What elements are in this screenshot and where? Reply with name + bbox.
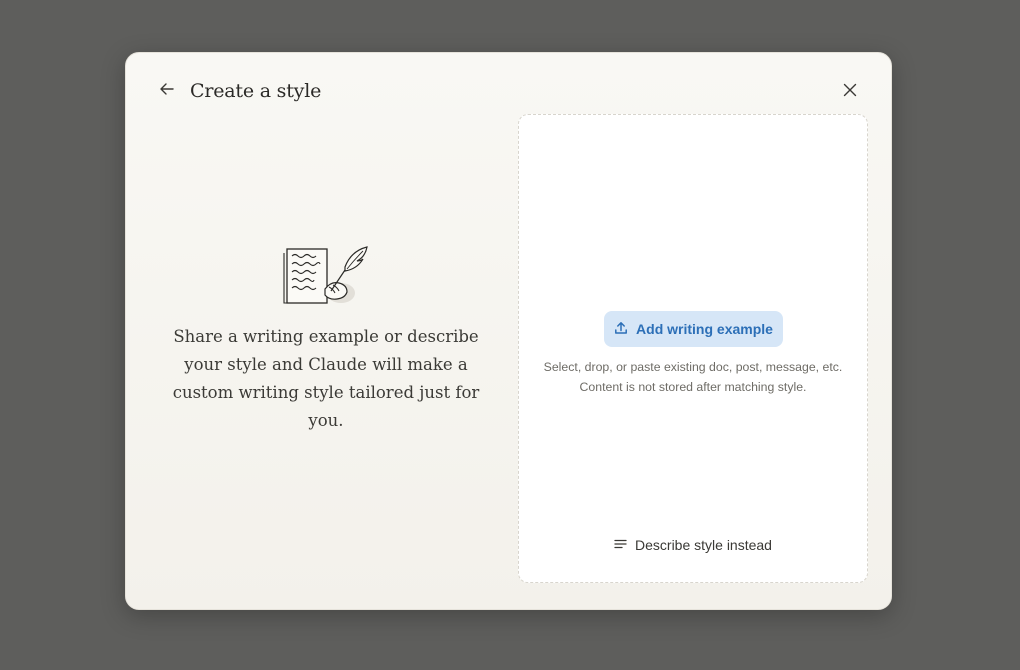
- upload-hint-line2: Content is not stored after matching sty…: [579, 380, 807, 394]
- describe-style-label: Describe style instead: [635, 536, 772, 553]
- quill-writing-illustration: [146, 243, 506, 309]
- upload-icon: [614, 320, 628, 339]
- close-icon: [842, 82, 858, 102]
- dialog-title: Create a style: [190, 80, 322, 102]
- text-lines-icon: [614, 535, 627, 554]
- back-button[interactable]: [156, 80, 178, 102]
- close-button[interactable]: [839, 81, 861, 103]
- intro-panel: Share a writing example or describe your…: [146, 243, 506, 435]
- intro-text: Share a writing example or describe your…: [172, 327, 480, 430]
- add-writing-example-label: Add writing example: [636, 321, 773, 337]
- upload-hint: Select, drop, or paste existing doc, pos…: [519, 357, 867, 397]
- create-style-dialog: Create a style Share a writing example o…: [125, 52, 892, 610]
- dialog-header: Create a style: [156, 77, 321, 105]
- describe-style-button[interactable]: Describe style instead: [519, 535, 867, 554]
- add-writing-example-button[interactable]: Add writing example: [604, 311, 783, 347]
- file-dropzone[interactable]: Add writing example Select, drop, or pas…: [518, 114, 868, 583]
- arrow-left-icon: [158, 80, 176, 102]
- upload-hint-line1: Select, drop, or paste existing doc, pos…: [543, 360, 843, 374]
